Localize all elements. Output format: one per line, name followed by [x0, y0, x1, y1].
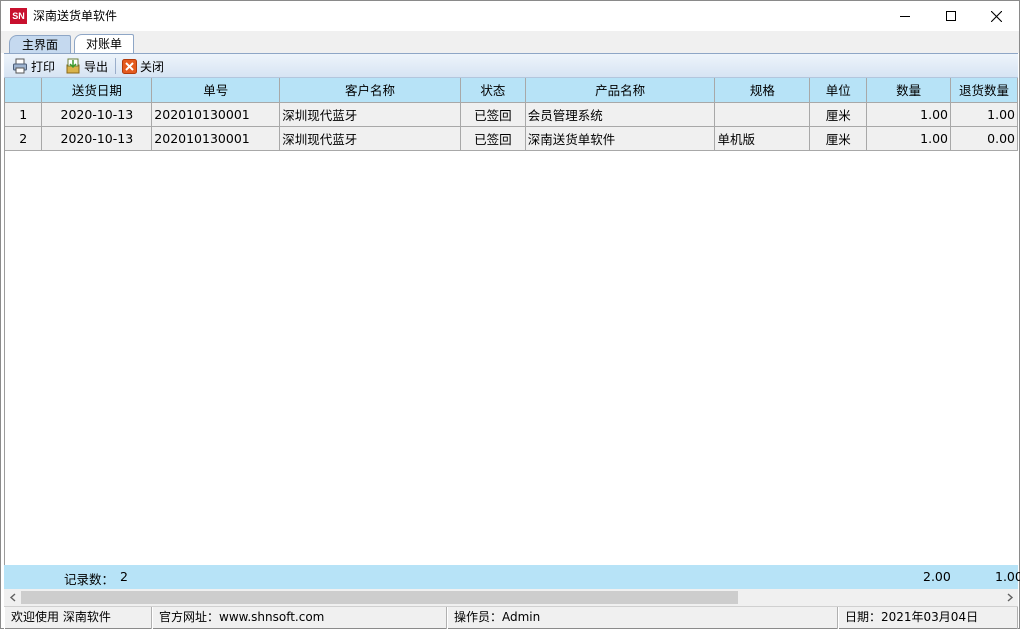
cell-status[interactable]: 已签回	[460, 102, 526, 127]
cell-qty[interactable]: 1.00	[866, 102, 951, 127]
cell-return-qty[interactable]: 0.00	[950, 126, 1018, 151]
close-button[interactable]: 关闭	[122, 57, 164, 75]
minimize-button[interactable]	[882, 1, 928, 31]
col-header-index[interactable]	[5, 78, 43, 103]
close-window-button[interactable]	[973, 1, 1019, 31]
cell-unit[interactable]: 厘米	[809, 102, 868, 127]
table-row[interactable]: 1 2020-10-13 202010130001 深圳现代蓝牙 已签回 会员管…	[5, 102, 1018, 127]
horizontal-scrollbar[interactable]	[4, 589, 1018, 606]
cell-product[interactable]: 深南送货单软件	[525, 126, 716, 151]
col-header-status[interactable]: 状态	[460, 78, 526, 103]
window-title: 深南送货单软件	[33, 9, 118, 23]
print-label: 打印	[31, 59, 56, 74]
print-button[interactable]: 打印	[12, 57, 55, 75]
scroll-left-button[interactable]	[4, 589, 21, 606]
chevron-left-icon	[9, 593, 15, 602]
tab-main[interactable]: 主界面	[9, 35, 71, 54]
col-header-product[interactable]: 产品名称	[525, 78, 716, 103]
col-header-date[interactable]: 送货日期	[41, 78, 153, 103]
cell-return-qty[interactable]: 1.00	[950, 102, 1018, 127]
cell-index[interactable]: 2	[5, 126, 43, 151]
cell-customer[interactable]: 深圳现代蓝牙	[279, 126, 461, 151]
export-button[interactable]: 导出	[65, 57, 108, 75]
col-header-customer[interactable]: 客户名称	[279, 78, 461, 103]
cell-qty[interactable]: 1.00	[866, 126, 951, 151]
app-window: SN 深南送货单软件 主界面 对账单 打印 导出 关闭 送货日期 单号 客户名称…	[0, 0, 1020, 629]
status-bar: 欢迎使用 深南软件 官方网址：www.shnsoft.com 操作员：Admin…	[4, 606, 1018, 629]
maximize-button[interactable]	[928, 1, 974, 31]
scroll-right-button[interactable]	[1001, 589, 1018, 606]
qty-total: 2.00	[923, 569, 951, 584]
cell-status[interactable]: 已签回	[460, 126, 526, 151]
cell-product[interactable]: 会员管理系统	[525, 102, 716, 127]
data-grid: 送货日期 单号 客户名称 状态 产品名称 规格 单位 数量 退货数量 1 202…	[4, 78, 1018, 565]
app-logo-icon: SN	[10, 8, 27, 24]
status-date: 日期：2021年03月04日	[838, 607, 1018, 629]
title-bar: SN 深南送货单软件	[1, 1, 1019, 31]
close-label: 关闭	[140, 59, 165, 74]
status-welcome: 欢迎使用 深南软件	[4, 607, 152, 629]
scrollbar-thumb[interactable]	[21, 591, 738, 604]
minimize-icon	[900, 16, 910, 17]
tab-strip: 主界面 对账单	[1, 31, 1019, 54]
cell-spec[interactable]	[714, 102, 811, 127]
record-count-label: 记录数：	[64, 572, 115, 587]
chevron-right-icon	[1007, 593, 1013, 602]
cell-date[interactable]: 2020-10-13	[41, 102, 153, 127]
summary-row: 记录数： 2 2.00 1.00	[4, 565, 1020, 589]
cell-unit[interactable]: 厘米	[809, 126, 868, 151]
export-label: 导出	[84, 59, 109, 74]
status-website: 官方网址：www.shnsoft.com	[152, 607, 447, 629]
tab-reconciliation[interactable]: 对账单	[74, 34, 134, 54]
col-header-unit[interactable]: 单位	[809, 78, 868, 103]
record-count-value: 2	[120, 569, 128, 584]
cell-date[interactable]: 2020-10-13	[41, 126, 153, 151]
maximize-icon	[946, 11, 956, 21]
col-header-return-qty[interactable]: 退货数量	[950, 78, 1018, 103]
status-operator: 操作员：Admin	[447, 607, 838, 629]
cell-index[interactable]: 1	[5, 102, 43, 127]
cell-order-no[interactable]: 202010130001	[151, 102, 281, 127]
close-icon	[990, 10, 1002, 22]
reconciliation-table: 送货日期 单号 客户名称 状态 产品名称 规格 单位 数量 退货数量 1 202…	[5, 78, 1018, 151]
cell-customer[interactable]: 深圳现代蓝牙	[279, 102, 461, 127]
close-red-icon	[122, 58, 137, 74]
cell-spec[interactable]: 单机版	[714, 126, 811, 151]
toolbar: 打印 导出 关闭	[4, 53, 1018, 78]
printer-icon	[13, 58, 27, 74]
cell-order-no[interactable]: 202010130001	[151, 126, 281, 151]
return-qty-total: 1.00	[995, 569, 1020, 584]
toolbar-separator	[115, 58, 116, 74]
table-row[interactable]: 2 2020-10-13 202010130001 深圳现代蓝牙 已签回 深南送…	[5, 126, 1018, 151]
table-header-row: 送货日期 单号 客户名称 状态 产品名称 规格 单位 数量 退货数量	[5, 78, 1018, 103]
col-header-qty[interactable]: 数量	[866, 78, 951, 103]
col-header-order-no[interactable]: 单号	[151, 78, 281, 103]
export-icon	[66, 58, 80, 74]
col-header-spec[interactable]: 规格	[714, 78, 811, 103]
